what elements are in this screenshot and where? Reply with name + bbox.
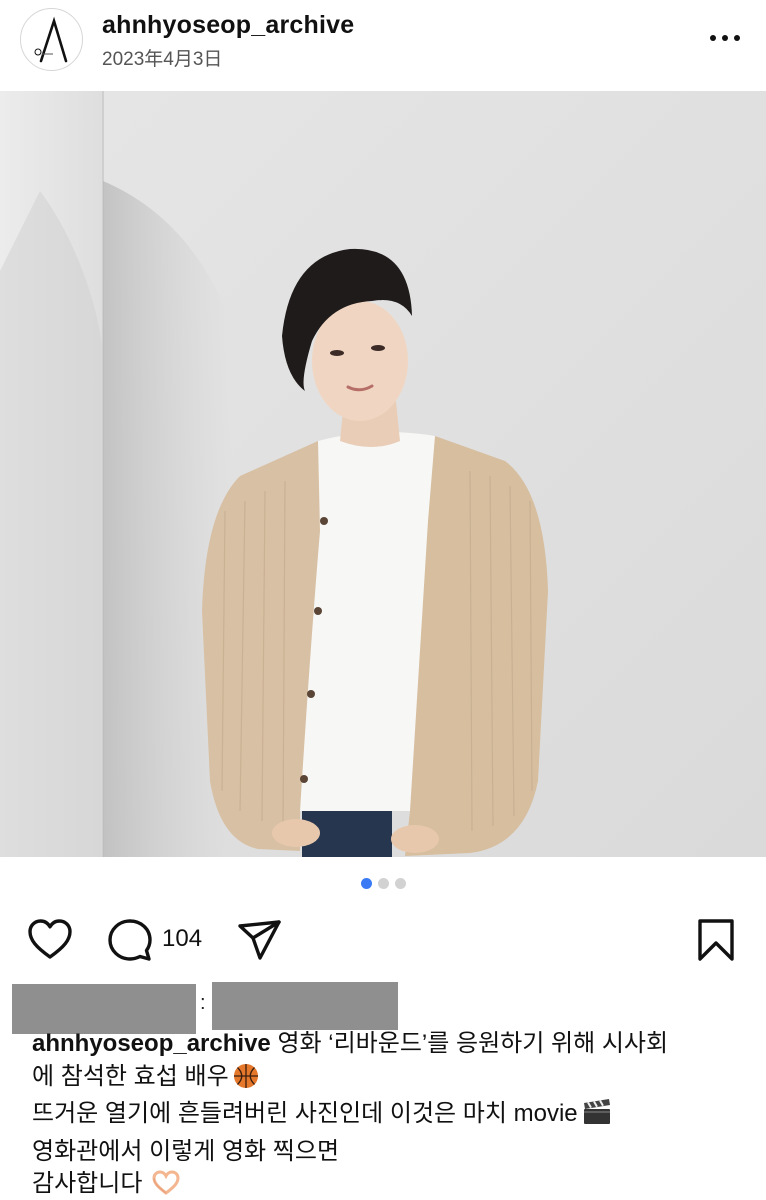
caption-line-3: 뜨거운 열기에 흔들려버린 사진인데 이것은 마치 movie: [32, 1098, 752, 1136]
basketball-icon: [233, 1063, 259, 1099]
profile-avatar[interactable]: [20, 8, 83, 71]
comment-bubble-icon: [108, 919, 152, 961]
bookmark-icon: [698, 919, 734, 961]
comment-button[interactable]: [106, 916, 154, 964]
caption-username[interactable]: ahnhyoseop_archive: [32, 1030, 271, 1057]
caption-text-3: 뜨거운 열기에 흔들려버린 사진인데 이것은 마치 movie: [32, 1100, 578, 1127]
post-username[interactable]: ahnhyoseop_archive: [102, 11, 354, 40]
clapper-board-icon: [582, 1098, 612, 1136]
caption-text-1: 영화 ‘리바운드’를 응원하기 위해 시사회: [277, 1030, 669, 1057]
post-caption: ahnhyoseop_archive 영화 ‘리바운드’를 응원하기 위해 시사…: [32, 1028, 752, 1200]
caption-text-4: 영화관에서 이렇게 영화 찍으면: [32, 1137, 340, 1165]
carousel-dot-3[interactable]: [394, 878, 406, 889]
redacted-block-left: [12, 984, 196, 1034]
share-button[interactable]: [236, 916, 284, 964]
comment-count[interactable]: 104: [162, 925, 202, 953]
paper-plane-icon: [238, 920, 281, 960]
carousel-dot-1[interactable]: [360, 878, 372, 889]
like-button[interactable]: [26, 916, 74, 964]
heart-icon: [28, 919, 72, 959]
logo-avatar-icon: [34, 16, 68, 63]
more-options-icon: [710, 35, 740, 41]
redacted-block-right: [212, 982, 398, 1030]
post-date: 2023年4月3日: [102, 49, 223, 70]
redacted-separator: :: [200, 992, 206, 1014]
heart-hands-icon: [152, 1170, 180, 1200]
carousel-dot-2[interactable]: [377, 878, 389, 889]
post-image: [0, 91, 766, 857]
caption-line-1: ahnhyoseop_archive 영화 ‘리바운드’를 응원하기 위해 시사…: [32, 1028, 752, 1061]
more-options-button[interactable]: [708, 25, 742, 49]
caption-line-2: 에 참석한 효섭 배우: [32, 1061, 752, 1099]
caption-line-5: 감사합니다: [32, 1168, 752, 1200]
save-button[interactable]: [692, 916, 740, 964]
action-bar: 104: [0, 912, 766, 968]
caption-text-2: 에 참석한 효섭 배우: [32, 1062, 229, 1090]
post-photo[interactable]: [0, 91, 766, 857]
post-header: ahnhyoseop_archive 2023年4月3日: [0, 0, 766, 90]
caption-line-4: 영화관에서 이렇게 영화 찍으면: [32, 1136, 752, 1169]
caption-text-5: 감사합니다: [32, 1170, 143, 1197]
carousel-indicator: [0, 878, 766, 894]
